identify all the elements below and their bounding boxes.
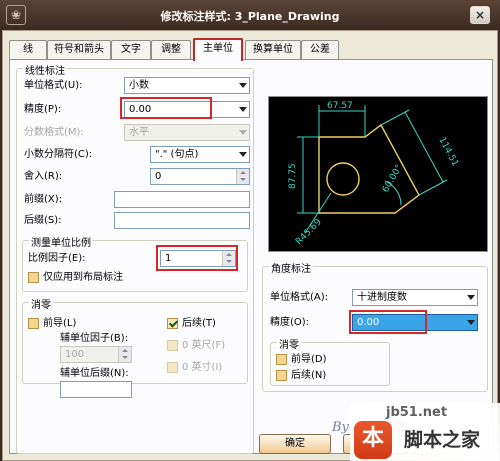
ok-button[interactable]: 确定 [259, 434, 331, 454]
dimension-style-dialog: 线 符号和箭头 文字 调整 主单位 换算单位 公差 线性标注 单位格式(U): … [2, 30, 498, 461]
sub-unit-factor-label: 辅单位因子(B): [60, 333, 129, 344]
tab-tolerances[interactable]: 公差 [301, 40, 339, 60]
prefix-label: 前缀(X): [24, 194, 63, 205]
primary-units-panel: 线性标注 单位格式(U): 小数 精度(P): 0.00 分数格式(M): 水平… [9, 59, 493, 454]
preview-dim-top: 67.57 [327, 101, 353, 111]
prefix-input[interactable] [114, 191, 250, 208]
round-off-spinner[interactable] [236, 169, 249, 184]
precision-label: 精度(P): [24, 104, 62, 115]
trailing-zero-label: 后续(T) [182, 318, 216, 329]
angular-unit-format-select[interactable]: 十进制度数 [352, 289, 478, 306]
watermark-name: 脚本之家 [404, 429, 481, 451]
preview-dim-radius: R45.69 [294, 217, 324, 247]
unit-format-select[interactable]: 小数 [124, 77, 250, 94]
sub-unit-suffix-input[interactable] [60, 381, 132, 398]
angular-leading-label: 前导(D) [291, 354, 327, 365]
tab-alternate-units[interactable]: 换算单位 [245, 40, 301, 60]
angular-precision-label: 精度(O): [270, 317, 310, 328]
scale-factor-highlight [156, 245, 238, 271]
zero-group-title: 消零 [29, 296, 53, 311]
angular-trailing-label: 后续(N) [291, 370, 327, 381]
dimension-preview: 67.57 87.75 114.51 60.00° R45.69 [268, 96, 488, 252]
tab-lines[interactable]: 线 [9, 40, 47, 60]
suffix-input[interactable] [114, 212, 250, 229]
layout-only-label: 仅应用到布局标注 [43, 272, 123, 283]
preview-dim-right: 114.51 [436, 136, 460, 169]
tab-symbols-arrows[interactable]: 符号和箭头 [47, 40, 111, 60]
title-bar: ❀ 修改标注样式: 3_Plane_Drawing × [0, 0, 500, 30]
angular-group-title: 角度标注 [269, 260, 313, 275]
window-title: 修改标注样式: 3_Plane_Drawing [160, 10, 340, 23]
tab-text[interactable]: 文字 [111, 40, 151, 60]
zero-feet-label: 0 英尺(F) [182, 340, 226, 351]
layout-only-checkbox[interactable] [28, 272, 39, 283]
trailing-zero-checkbox[interactable] [167, 318, 178, 329]
preview-drawing: 67.57 87.75 114.51 60.00° R45.69 [288, 101, 460, 247]
preview-dim-left: 87.75 [288, 163, 298, 189]
angular-unit-format-label: 单位格式(A): [270, 292, 329, 303]
tab-fit[interactable]: 调整 [151, 40, 191, 60]
leading-zero-checkbox[interactable] [28, 318, 39, 329]
leading-zero-label: 前导(L) [43, 318, 77, 329]
sub-unit-suffix-label: 辅单位后缀(N): [60, 368, 129, 379]
watermark-url: jb51.net [386, 405, 448, 420]
tab-primary-units[interactable]: 主单位 [193, 38, 243, 61]
angular-leading-checkbox[interactable] [276, 354, 287, 365]
fraction-format-select[interactable]: 水平 [124, 124, 250, 141]
scale-factor-label: 比例因子(E): [28, 253, 86, 264]
angular-zero-group: 消零 [270, 336, 390, 386]
sub-unit-factor-spinner[interactable] [118, 347, 131, 362]
zero-inch-checkbox[interactable] [167, 362, 178, 373]
precision-highlight [120, 97, 212, 119]
fraction-format-label: 分数格式(M): [24, 127, 84, 138]
angular-precision-highlight [349, 310, 427, 334]
site-watermark: jb51.net 本 脚本之家 [350, 403, 500, 461]
scale-group-title: 测量单位比例 [29, 234, 93, 249]
unit-format-label: 单位格式(U): [24, 80, 83, 91]
suffix-label: 后缀(S): [24, 215, 62, 226]
watermark-logo-icon: 本 [354, 421, 392, 459]
round-off-label: 舍入(R): [24, 171, 63, 182]
preview-circle [326, 162, 360, 196]
angular-zero-title: 消零 [277, 336, 301, 351]
round-off-input[interactable]: 0 [150, 168, 250, 185]
decimal-separator-label: 小数分隔符(C): [24, 149, 93, 160]
angular-trailing-checkbox[interactable] [276, 370, 287, 381]
close-button[interactable]: × [470, 6, 490, 24]
decimal-separator-select[interactable]: "." (句点) [150, 146, 250, 163]
zero-feet-checkbox[interactable] [167, 340, 178, 351]
sub-unit-factor-input[interactable]: 100 [60, 346, 132, 363]
zero-inch-label: 0 英寸(I) [182, 362, 223, 373]
linear-group-title: 线性标注 [23, 62, 67, 77]
preview-dim-angle: 60.00° [381, 163, 405, 194]
